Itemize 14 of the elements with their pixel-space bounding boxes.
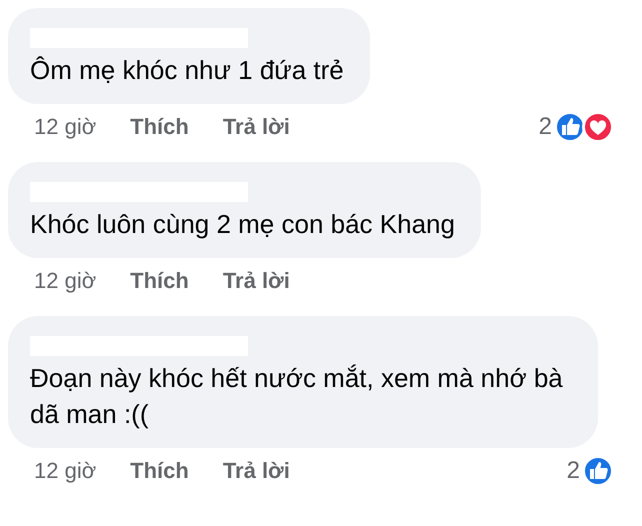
reaction-count: 2 bbox=[566, 457, 580, 485]
reaction-count: 2 bbox=[538, 113, 552, 141]
comment-text: Khóc luôn cùng 2 mẹ con bác Khang bbox=[30, 208, 455, 241]
comment-time: 12 giờ bbox=[34, 268, 96, 294]
reply-link[interactable]: Trả lời bbox=[222, 114, 290, 140]
reply-link[interactable]: Trả lời bbox=[222, 458, 290, 484]
comment-text: Ôm mẹ khóc như 1 đứa trẻ bbox=[30, 54, 344, 87]
comment-text: Đoạn này khóc hết nước mắt, xem mà nhớ bà dã man :(( bbox=[30, 362, 564, 431]
reply-link[interactable]: Trả lời bbox=[222, 268, 290, 294]
like-link[interactable]: Thích bbox=[130, 268, 189, 294]
comment-time: 12 giờ bbox=[34, 114, 96, 140]
comment-time: 12 giờ bbox=[34, 458, 96, 484]
like-link[interactable]: Thích bbox=[130, 114, 189, 140]
like-link[interactable]: Thích bbox=[130, 458, 189, 484]
